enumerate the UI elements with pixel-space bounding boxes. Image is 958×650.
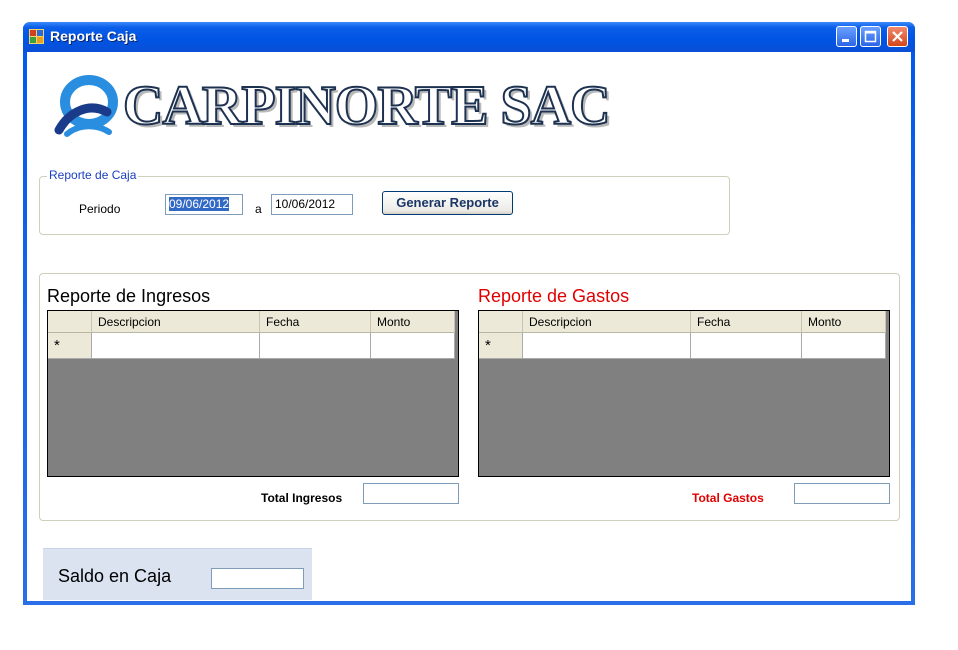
- ingresos-new-row-marker[interactable]: *: [48, 333, 92, 359]
- ingresos-col-descripcion[interactable]: Descripcion: [92, 311, 260, 333]
- gastos-corner-header: [479, 311, 523, 333]
- date-to-value: 10/06/2012: [275, 197, 336, 211]
- ingresos-new-descripcion-cell[interactable]: [92, 333, 260, 359]
- generate-report-button[interactable]: Generar Reporte: [382, 191, 513, 215]
- total-ingresos-label: Total Ingresos: [261, 491, 343, 505]
- minimize-icon: [842, 39, 849, 42]
- gastos-col-fecha[interactable]: Fecha: [691, 311, 802, 333]
- date-separator: a: [255, 202, 262, 216]
- gastos-new-descripcion-cell[interactable]: [523, 333, 691, 359]
- maximize-button[interactable]: [860, 26, 881, 47]
- minimize-button[interactable]: [836, 26, 857, 47]
- title-bar[interactable]: Reporte Caja: [23, 22, 915, 52]
- date-to-field[interactable]: 10/06/2012: [271, 194, 353, 215]
- company-logo-icon: [54, 75, 118, 137]
- gastos-new-fecha-cell[interactable]: [691, 333, 802, 359]
- gastos-title: Reporte de Gastos: [478, 286, 630, 306]
- ingresos-col-monto[interactable]: Monto: [371, 311, 455, 333]
- gastos-col-descripcion[interactable]: Descripcion: [523, 311, 691, 333]
- ingresos-new-monto-cell[interactable]: [371, 333, 455, 359]
- gastos-col-monto[interactable]: Monto: [802, 311, 886, 333]
- periodo-label: Periodo: [79, 202, 121, 216]
- total-gastos-field[interactable]: [794, 483, 890, 504]
- ingresos-corner-header: [48, 311, 92, 333]
- saldo-field[interactable]: [211, 568, 304, 589]
- gastos-new-monto-cell[interactable]: [802, 333, 886, 359]
- close-icon: [892, 31, 903, 42]
- ingresos-new-fecha-cell[interactable]: [260, 333, 371, 359]
- report-period-caption: Reporte de Caja: [47, 168, 139, 182]
- ingresos-title: Reporte de Ingresos: [47, 286, 211, 306]
- gastos-new-row-marker[interactable]: *: [479, 333, 523, 359]
- company-name: CARPINORTE SAC: [122, 74, 612, 138]
- window-title: Reporte Caja: [50, 28, 137, 44]
- total-gastos-label: Total Gastos: [692, 491, 764, 505]
- report-window: Reporte Caja CARPINORTE SAC Reporte de C…: [23, 22, 915, 605]
- date-from-field[interactable]: 09/06/2012: [165, 194, 243, 215]
- ingresos-col-fecha[interactable]: Fecha: [260, 311, 371, 333]
- app-icon: [29, 29, 44, 44]
- saldo-label: Saldo en Caja: [58, 566, 172, 586]
- saldo-panel: Saldo en Caja: [43, 548, 312, 600]
- close-button[interactable]: [887, 26, 908, 47]
- maximize-icon: [864, 30, 877, 43]
- ingresos-grid[interactable]: Descripcion Fecha Monto *: [47, 310, 459, 477]
- form-client-area: CARPINORTE SAC Reporte de Caja Periodo 0…: [27, 52, 911, 601]
- gastos-grid[interactable]: Descripcion Fecha Monto *: [478, 310, 890, 477]
- total-ingresos-field[interactable]: [363, 483, 459, 504]
- date-from-value: 09/06/2012: [169, 197, 230, 211]
